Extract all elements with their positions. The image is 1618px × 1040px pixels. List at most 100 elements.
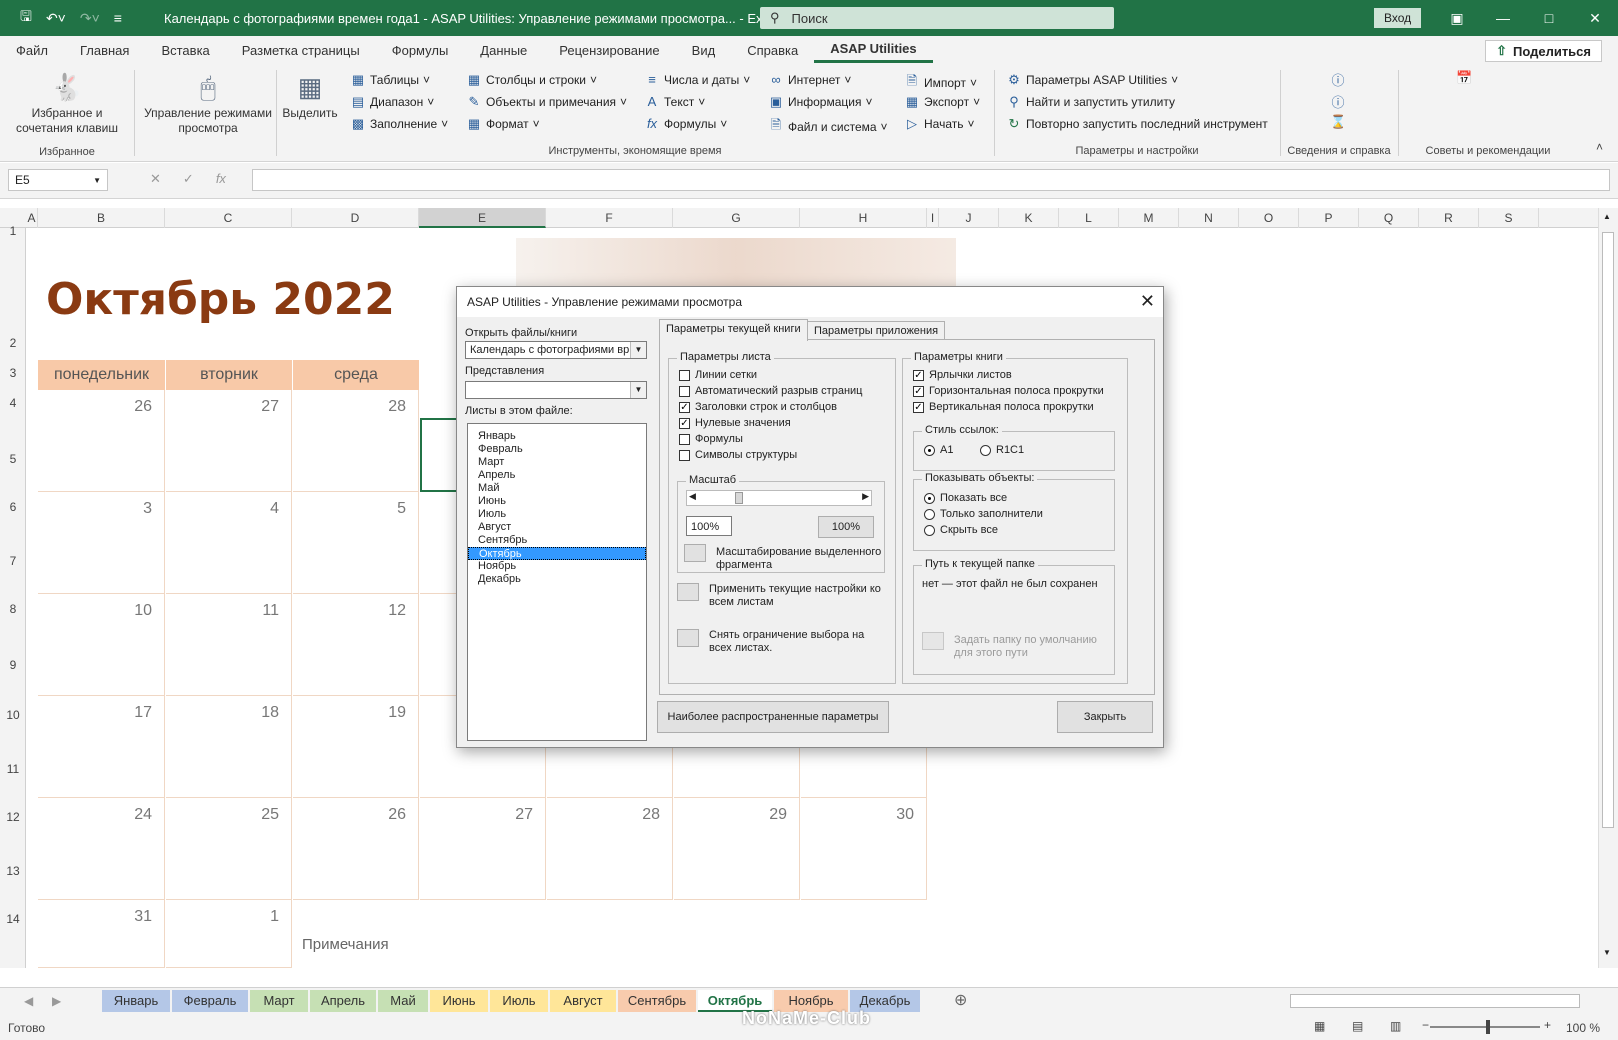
favorites-button[interactable]: 🐇 Избранное и сочетания клавиш bbox=[6, 68, 128, 136]
cancel-icon[interactable]: ✕ bbox=[150, 171, 161, 187]
scroll-down-icon[interactable]: ▼ bbox=[1603, 948, 1611, 957]
sheet-param-checkbox[interactable]: Линии сетки bbox=[679, 369, 757, 381]
tab-home[interactable]: Главная bbox=[64, 36, 145, 64]
ref-r1c1-radio[interactable]: R1C1 bbox=[980, 444, 1024, 456]
import-menu[interactable]: 🗎 Импорт ˅ bbox=[904, 72, 977, 94]
sheet-param-checkbox[interactable]: ✓ Нулевые значения bbox=[679, 417, 791, 429]
maximize-icon[interactable]: □ bbox=[1526, 0, 1572, 36]
export-menu[interactable]: ▦ Экспорт ˅ bbox=[904, 94, 980, 110]
zoom-out-icon[interactable]: − bbox=[1422, 1018, 1429, 1032]
book-param-checkbox[interactable]: ✓ Горизонтальная полоса прокрутки bbox=[913, 385, 1104, 397]
column-header[interactable]: I bbox=[927, 208, 939, 228]
row-header[interactable]: 7 bbox=[0, 554, 26, 568]
tips-button[interactable]: 📅 bbox=[1456, 70, 1472, 86]
sheet-list-item[interactable]: Март bbox=[468, 456, 646, 469]
sheet-list-item[interactable]: Май bbox=[468, 482, 646, 495]
set-default-folder-button[interactable] bbox=[922, 632, 944, 650]
calendar-day[interactable]: 28 bbox=[547, 798, 673, 900]
column-header[interactable]: B bbox=[38, 208, 165, 228]
scroll-thumb[interactable] bbox=[1602, 232, 1614, 828]
numbers-dates-menu[interactable]: ≡ Числа и даты ˅ bbox=[644, 72, 750, 87]
enter-icon[interactable]: ✓ bbox=[183, 171, 194, 187]
sheet-tab[interactable]: Март bbox=[250, 990, 308, 1012]
column-header[interactable]: N bbox=[1179, 208, 1239, 228]
customize-qat-icon[interactable]: ≡ bbox=[114, 10, 122, 26]
formulas-menu[interactable]: fx Формулы ˅ bbox=[644, 116, 727, 131]
calendar-day[interactable]: 27 bbox=[166, 390, 292, 492]
fx-icon[interactable]: fx bbox=[216, 171, 226, 187]
sheet-list-item[interactable]: Октябрь bbox=[468, 547, 646, 560]
sheet-list-item[interactable]: Декабрь bbox=[468, 573, 646, 586]
zoom-scrollbar[interactable]: ◀ ▶ bbox=[686, 490, 872, 506]
tab-view[interactable]: Вид bbox=[676, 36, 732, 64]
sheet-tab[interactable]: Август bbox=[550, 990, 616, 1012]
sheet-list-item[interactable]: Январь bbox=[468, 430, 646, 443]
column-header[interactable]: J bbox=[939, 208, 999, 228]
tab-formulas[interactable]: Формулы bbox=[376, 36, 465, 64]
calendar-day[interactable]: 1 bbox=[166, 900, 292, 968]
zoom-selection-button[interactable] bbox=[684, 544, 706, 562]
redo-icon[interactable]: ↷˅ bbox=[80, 10, 100, 27]
undo-icon[interactable]: ↶˅ bbox=[46, 10, 66, 27]
tab-insert[interactable]: Вставка bbox=[145, 36, 225, 64]
tab-data[interactable]: Данные bbox=[464, 36, 543, 64]
row-header[interactable]: 3 bbox=[0, 366, 26, 380]
range-menu[interactable]: ▤ Диапазон ˅ bbox=[350, 94, 434, 110]
calendar-day[interactable]: 12 bbox=[293, 594, 419, 696]
column-header[interactable]: E bbox=[419, 208, 546, 228]
column-header[interactable]: H bbox=[800, 208, 927, 228]
sheet-tab[interactable]: Июнь bbox=[430, 990, 488, 1012]
book-param-checkbox[interactable]: ✓ Ярлычки листов bbox=[913, 369, 1012, 381]
select-button[interactable]: ▦ Выделить bbox=[280, 68, 340, 121]
sheet-list-item[interactable]: Июнь bbox=[468, 495, 646, 508]
row-header[interactable]: 2 bbox=[0, 336, 26, 350]
tab-review[interactable]: Рецензирование bbox=[543, 36, 675, 64]
column-header[interactable]: R bbox=[1419, 208, 1479, 228]
calendar-day[interactable]: 19 bbox=[293, 696, 419, 798]
sheet-tab[interactable]: Январь bbox=[102, 990, 170, 1012]
tab-asap-utilities[interactable]: ASAP Utilities bbox=[814, 37, 933, 63]
zoom-100-button[interactable]: 100% bbox=[818, 516, 874, 538]
sheet-param-checkbox[interactable]: ✓ Заголовки строк и столбцов bbox=[679, 401, 837, 413]
column-header[interactable]: D bbox=[292, 208, 419, 228]
sheet-list-item[interactable]: Ноябрь bbox=[468, 560, 646, 573]
horizontal-scrollbar[interactable] bbox=[1290, 994, 1580, 1008]
row-header[interactable]: 10 bbox=[0, 708, 26, 722]
row-header[interactable]: 9 bbox=[0, 658, 26, 672]
sheet-tab[interactable]: Февраль bbox=[172, 990, 248, 1012]
calendar-day[interactable]: 17 bbox=[38, 696, 165, 798]
scroll-up-icon[interactable]: ▲ bbox=[1603, 212, 1611, 221]
row-header[interactable]: 5 bbox=[0, 452, 26, 466]
page-break-icon[interactable]: ▥ bbox=[1390, 1019, 1401, 1033]
column-header[interactable]: P bbox=[1299, 208, 1359, 228]
column-header[interactable]: L bbox=[1059, 208, 1119, 228]
scroll-left-icon[interactable]: ◀ bbox=[689, 491, 696, 502]
view-manager-button[interactable]: 🖱 Управление режимами просмотра bbox=[142, 68, 274, 136]
hide-all-radio[interactable]: Скрыть все bbox=[924, 524, 998, 536]
column-header[interactable]: M bbox=[1119, 208, 1179, 228]
calendar-day[interactable]: 25 bbox=[166, 798, 292, 900]
sheet-list-item[interactable]: Сентябрь bbox=[468, 534, 646, 547]
zoom-in-icon[interactable]: + bbox=[1544, 1018, 1551, 1032]
help-button[interactable]: ⓘ bbox=[1330, 70, 1346, 89]
prev-sheet-icon[interactable]: ◀ bbox=[24, 994, 33, 1008]
column-header[interactable]: F bbox=[546, 208, 673, 228]
objects-comments-menu[interactable]: ✎ Объекты и примечания ˅ bbox=[466, 94, 627, 110]
sheet-tab[interactable]: Апрель bbox=[310, 990, 376, 1012]
format-menu[interactable]: ▦ Формат ˅ bbox=[466, 116, 540, 132]
zoom-thumb[interactable] bbox=[1486, 1020, 1490, 1034]
calendar-day[interactable]: 18 bbox=[166, 696, 292, 798]
sheets-listbox[interactable]: Январь Февраль Март Апрель Май Июнь Июль Август… bbox=[467, 423, 647, 741]
zoom-slider[interactable] bbox=[1430, 1026, 1540, 1028]
row-header[interactable]: 13 bbox=[0, 864, 26, 878]
calendar-day[interactable]: 11 bbox=[166, 594, 292, 696]
column-header[interactable]: Q bbox=[1359, 208, 1419, 228]
placeholders-radio[interactable]: Только заполнители bbox=[924, 508, 1043, 520]
ribbon-display-icon[interactable]: ▣ bbox=[1434, 0, 1480, 36]
information-menu[interactable]: ▣ Информация ˅ bbox=[768, 94, 873, 110]
ref-a1-radio[interactable]: A1 bbox=[924, 444, 953, 456]
open-files-dropdown[interactable]: Календарь с фотографиями вр ▼ bbox=[465, 341, 647, 359]
internet-menu[interactable]: ∞ Интернет ˅ bbox=[768, 72, 851, 87]
sheet-param-checkbox[interactable]: Формулы bbox=[679, 433, 743, 445]
row-header[interactable]: 11 bbox=[0, 762, 26, 776]
